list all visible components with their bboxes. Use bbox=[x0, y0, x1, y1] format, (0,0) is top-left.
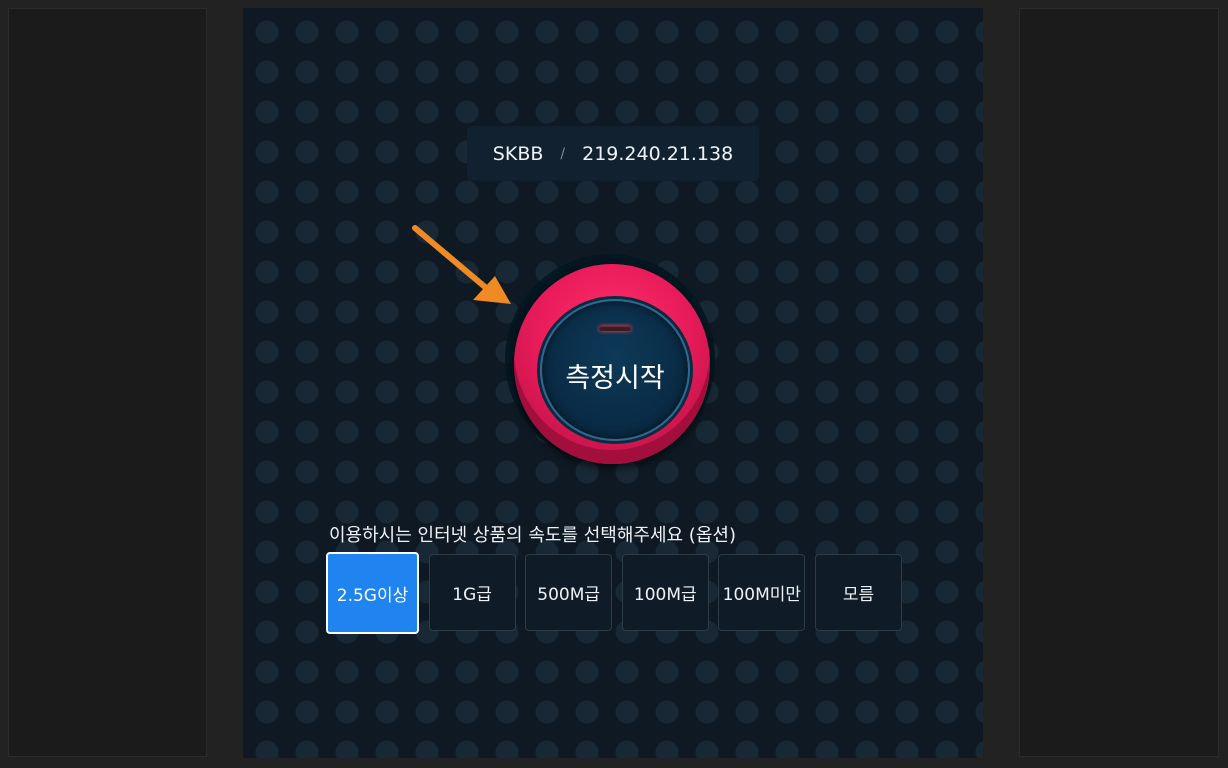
right-empty-panel bbox=[1019, 8, 1219, 757]
isp-separator: / bbox=[560, 145, 566, 162]
left-empty-panel bbox=[8, 8, 207, 757]
speed-options: 2.5G이상 1G급 500M급 100M급 100M미만 모름 bbox=[326, 552, 912, 634]
speed-option-unknown[interactable]: 모름 bbox=[814, 554, 902, 631]
arrow-icon bbox=[412, 225, 511, 304]
start-measure-button[interactable]: 측정시작 bbox=[514, 264, 710, 464]
speed-test-panel: SKBB / 219.240.21.138 측정시작 이용하시는 인터넷 상품의… bbox=[243, 8, 983, 758]
ip-address: 219.240.21.138 bbox=[582, 142, 734, 165]
speed-option-2-5g[interactable]: 2.5G이상 bbox=[326, 552, 419, 634]
speed-question-label: 이용하시는 인터넷 상품의 속도를 선택해주세요 (옵션) bbox=[329, 525, 736, 546]
speed-option-under-100m[interactable]: 100M미만 bbox=[718, 554, 806, 631]
indicator-light bbox=[599, 326, 631, 331]
start-button-label: 측정시작 bbox=[565, 362, 665, 394]
start-button-core[interactable]: 측정시작 bbox=[540, 299, 690, 441]
isp-info-box: SKBB / 219.240.21.138 bbox=[467, 126, 759, 181]
speed-option-100m[interactable]: 100M급 bbox=[621, 554, 709, 631]
speed-option-500m[interactable]: 500M급 bbox=[525, 554, 613, 631]
speed-option-1g[interactable]: 1G급 bbox=[428, 554, 516, 631]
isp-name: SKBB bbox=[492, 142, 544, 165]
